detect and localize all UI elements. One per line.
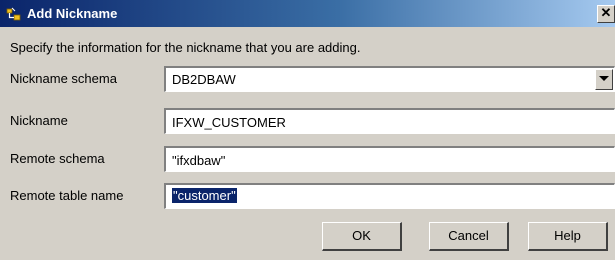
nickname-schema-combo[interactable]: DB2DBAW [164,66,615,92]
remote-schema-field[interactable] [164,146,615,172]
nickname-schema-dropdown-button[interactable] [595,69,613,90]
instruction-text: Specify the information for the nickname… [10,40,361,55]
remote-schema-input[interactable] [172,151,602,169]
close-icon: ✕ [600,5,612,20]
cancel-button[interactable]: Cancel [429,222,509,251]
nickname-field[interactable] [164,108,615,134]
nickname-schema-label: Nickname schema [10,71,117,86]
nickname-input[interactable] [172,113,602,131]
remote-schema-label: Remote schema [10,151,105,166]
window-title: Add Nickname [27,6,118,21]
title-bar: Add Nickname ✕ [0,0,615,27]
nickname-icon [6,6,22,22]
remote-table-name-input[interactable]: "customer" [172,188,237,203]
nickname-schema-value: DB2DBAW [172,72,236,87]
remote-table-name-field[interactable]: "customer" [164,183,615,209]
help-button[interactable]: Help [528,222,608,251]
remote-table-name-label: Remote table name [10,188,124,203]
ok-button[interactable]: OK [322,222,402,251]
close-button[interactable]: ✕ [597,5,615,23]
nickname-label: Nickname [10,113,68,128]
